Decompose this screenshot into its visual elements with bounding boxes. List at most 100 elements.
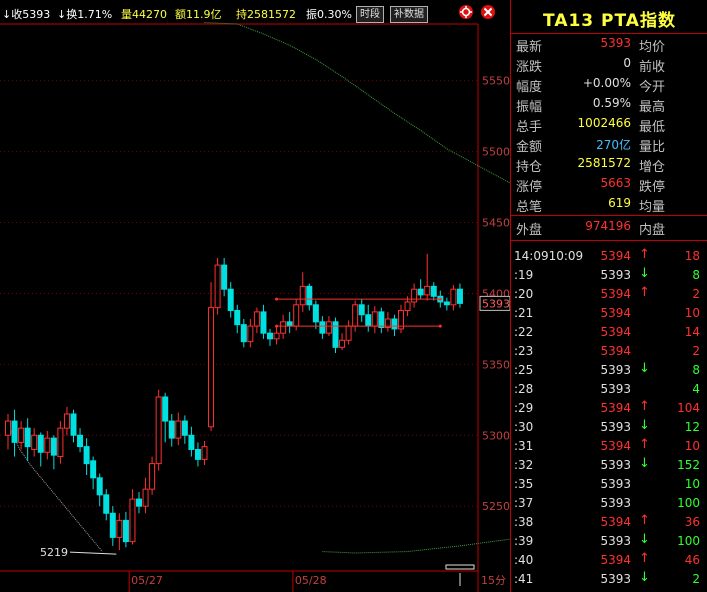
quote-value: 619 <box>608 196 631 210</box>
quote-label-secondary: 增仓 <box>639 160 666 175</box>
candle-body-down <box>11 420 18 443</box>
quote-row: 振幅 0.59% 最高 <box>511 94 707 115</box>
quote-label: 振幅 <box>516 100 543 115</box>
tick-price: 5393 <box>600 363 631 377</box>
candle-body-down <box>96 477 103 496</box>
x-tick-label: 05/27 <box>131 574 163 587</box>
candle-body-up <box>201 446 208 460</box>
candle-body-up <box>142 488 149 507</box>
tick-price: 5393 <box>600 458 631 472</box>
tick-row[interactable]: :31 5394 ↑ 10 <box>511 437 707 456</box>
ma-lower-line <box>322 538 510 554</box>
candle-body-up <box>293 304 300 327</box>
quote-label-secondary: 前收 <box>639 60 666 75</box>
candle-body-down <box>456 288 463 304</box>
tick-time: :39 <box>514 534 534 548</box>
outer-label: 外盘 <box>516 223 543 238</box>
tick-time: :31 <box>514 439 534 453</box>
quote-label: 幅度 <box>516 80 543 95</box>
close-price-stat: ↓收5393 <box>2 8 51 21</box>
quote-row: 总笔 619 均量 <box>511 194 707 215</box>
close-icon[interactable] <box>480 4 496 23</box>
tick-price: 5393 <box>600 477 631 491</box>
quote-label-secondary: 均价 <box>639 40 666 55</box>
candle-body-up <box>404 301 411 311</box>
tick-row[interactable]: :35 5393 10 <box>511 475 707 494</box>
quote-label-secondary: 最低 <box>639 120 666 135</box>
tick-volume: 8 <box>692 363 700 377</box>
candle-body-up <box>116 519 123 538</box>
candle-body-down <box>168 420 175 439</box>
gear-icon[interactable] <box>458 4 474 23</box>
candle-body-up <box>325 321 332 334</box>
tick-volume: 104 <box>677 401 700 415</box>
candle-body-up <box>44 437 51 453</box>
kline-chart-area[interactable]: 5550 5500 5450 5400 5350 5300 5250 5393 5219 05/2… <box>0 0 510 592</box>
quote-row: 持仓 2581572 增仓 <box>511 154 707 175</box>
candle-body-down <box>260 311 267 334</box>
tick-row[interactable]: :37 5393 100 <box>511 494 707 513</box>
tick-volume: 2 <box>692 344 700 358</box>
candle-body-up <box>450 288 457 306</box>
candle-body-up <box>411 288 418 303</box>
tick-volume: 10 <box>684 439 700 453</box>
candle-body-down <box>378 311 385 328</box>
quote-label: 涨跌 <box>516 60 543 75</box>
candle-body-down <box>443 301 450 306</box>
candle-body-down <box>162 396 169 422</box>
tick-row[interactable]: :41 5393 ↓ 2 <box>511 570 707 589</box>
tick-row[interactable]: :22 5394 14 <box>511 323 707 342</box>
scroll-marker <box>445 564 475 570</box>
tick-row[interactable]: :25 5393 ↓ 8 <box>511 361 707 380</box>
time-period-button[interactable]: 时段 <box>356 6 384 23</box>
tick-price: 5393 <box>600 382 631 396</box>
candle-body-up <box>149 463 156 490</box>
tick-time: :38 <box>514 515 534 529</box>
candle-body-up <box>18 427 25 443</box>
tick-time: :28 <box>514 382 534 396</box>
tick-row[interactable]: :38 5394 ↑ 36 <box>511 513 707 532</box>
tick-row[interactable]: :20 5394 ↑ 2 <box>511 285 707 304</box>
candle-body-down <box>319 321 326 334</box>
candle-body-down <box>227 288 234 311</box>
tick-row[interactable]: :19 5393 ↓ 8 <box>511 266 707 285</box>
kline-chart[interactable]: 55505500545054005350530052505393521905/2… <box>0 0 510 592</box>
candle-body-up <box>352 304 359 327</box>
arrow-up-icon: ↑ <box>639 399 650 414</box>
tick-row[interactable]: :28 5393 4 <box>511 380 707 399</box>
candle-body-up <box>247 325 254 343</box>
candle-body-up <box>253 311 260 327</box>
tick-row[interactable]: :29 5394 ↑ 104 <box>511 399 707 418</box>
quote-value: 1002466 <box>577 116 631 130</box>
candle-body-down <box>103 494 110 514</box>
quote-label: 持仓 <box>516 160 543 175</box>
arrow-down-icon: ↓ <box>639 266 650 281</box>
quote-label-secondary: 量比 <box>639 140 666 155</box>
tick-volume: 152 <box>677 458 700 472</box>
tick-time: :30 <box>514 420 534 434</box>
tick-row[interactable]: :39 5393 ↓ 100 <box>511 532 707 551</box>
tick-row[interactable]: :21 5394 10 <box>511 304 707 323</box>
candle-body-down <box>358 304 365 316</box>
y-tick-label: 5450 <box>482 217 510 230</box>
tick-time: :29 <box>514 401 534 415</box>
candle-body-up <box>208 307 215 428</box>
candle-body-down <box>188 434 195 450</box>
tick-row[interactable]: :32 5393 ↓ 152 <box>511 456 707 475</box>
tick-row[interactable]: :30 5393 ↓ 12 <box>511 418 707 437</box>
range-marker <box>275 297 279 301</box>
tick-price: 5394 <box>600 439 631 453</box>
candle-body-down <box>83 446 90 465</box>
tick-time: :20 <box>514 287 534 301</box>
candle-body-down <box>365 314 372 327</box>
candle-body-up <box>175 420 182 439</box>
tick-volume: 8 <box>692 268 700 282</box>
tick-row[interactable]: 14:0910:09 5394 ↑ 18 <box>511 247 707 266</box>
supplement-data-button[interactable]: 补数据 <box>390 6 428 23</box>
tick-price: 5393 <box>600 534 631 548</box>
period-label: 15分 <box>481 574 506 587</box>
candle-body-down <box>109 512 116 538</box>
arrow-down-icon: ↓ <box>639 532 650 547</box>
tick-row[interactable]: :40 5394 ↑ 46 <box>511 551 707 570</box>
tick-row[interactable]: :23 5394 2 <box>511 342 707 361</box>
